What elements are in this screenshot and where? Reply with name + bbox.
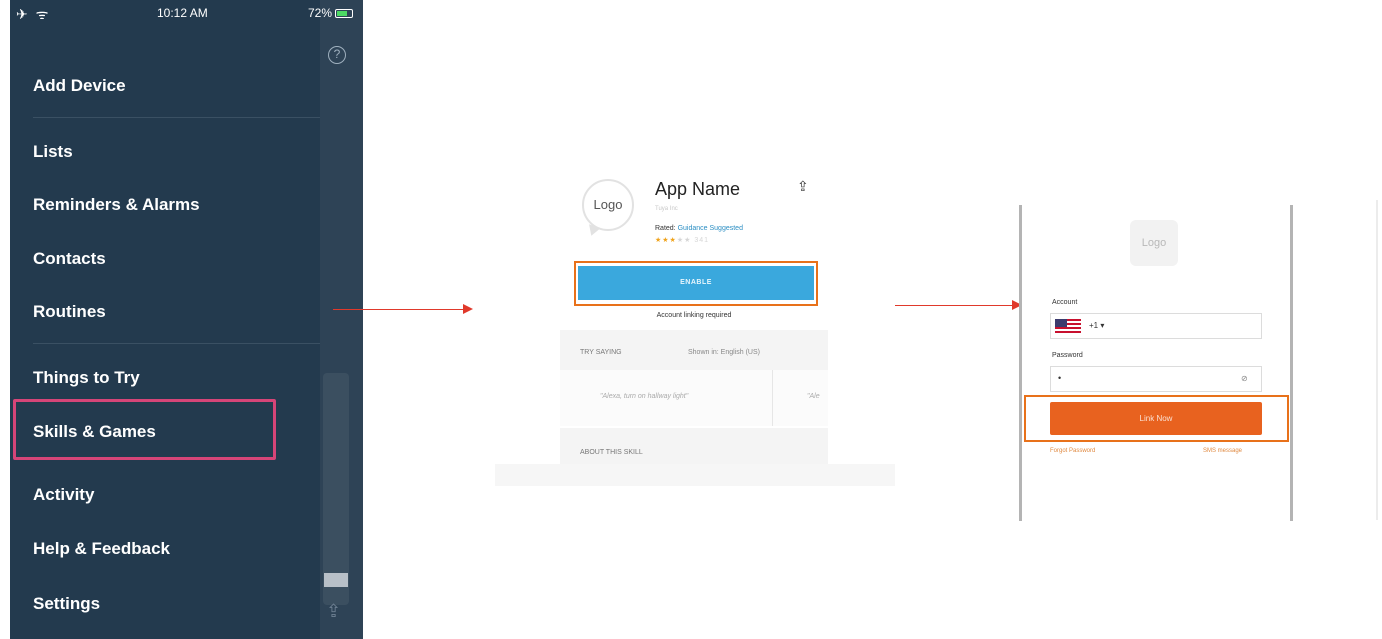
- airplane-wifi-icons: ✈ ᯤ: [16, 6, 51, 22]
- menu-item-add-device[interactable]: Add Device: [33, 76, 126, 96]
- password-value: •: [1058, 373, 1062, 383]
- sample-phrase-partial: "Ale: [807, 393, 820, 400]
- status-bar: ✈ ᯤ 10:12 AM 72%: [10, 0, 363, 26]
- developer-name: Tuya Inc: [655, 206, 678, 212]
- screen-edge-right: [1290, 205, 1293, 521]
- us-flag-icon[interactable]: [1055, 319, 1081, 333]
- account-linking-note: Account linking required: [656, 312, 732, 319]
- battery-icon: [335, 8, 354, 18]
- phrase-divider: [772, 370, 773, 426]
- menu-item-things-to-try[interactable]: Things to Try: [33, 368, 140, 388]
- menu-item-routines[interactable]: Routines: [33, 302, 106, 322]
- account-label: Account: [1052, 299, 1078, 306]
- menu-item-lists[interactable]: Lists: [33, 142, 73, 162]
- sample-phrase: "Alexa, turn on hallway light": [600, 393, 689, 400]
- skill-detail-screen: Logo App Name ⇪ Tuya Inc Rated: Guidance…: [495, 170, 895, 486]
- skill-bottom-strip: [495, 464, 895, 486]
- password-label: Password: [1052, 352, 1083, 359]
- scroll-thumb[interactable]: [324, 573, 348, 587]
- guidance-link[interactable]: Guidance Suggested: [678, 225, 743, 232]
- share-icon[interactable]: ⇪: [797, 178, 809, 195]
- flow-arrow-1: [333, 304, 473, 314]
- screenshot-stage: ✈ ᯤ 10:12 AM 72% ? Add Device Lists Remi…: [0, 0, 1382, 639]
- battery-indicator: 72%: [308, 6, 354, 20]
- share-icon: ⇪: [326, 601, 342, 621]
- star-rating: ★★★★★ 341: [655, 236, 709, 244]
- help-icon[interactable]: ?: [328, 46, 346, 64]
- about-skill-label[interactable]: ABOUT THIS SKILL: [580, 449, 643, 456]
- menu-divider: [33, 343, 320, 344]
- hide-password-icon[interactable]: ⊘: [1241, 374, 1248, 383]
- rated-prefix: Rated:: [655, 225, 676, 232]
- country-code-select[interactable]: +1 ▾: [1089, 321, 1104, 330]
- rating-line: Rated: Guidance Suggested: [655, 225, 743, 232]
- skill-card: Logo App Name ⇪ Tuya Inc Rated: Guidance…: [560, 170, 828, 465]
- stars-filled: ★★★: [655, 237, 677, 244]
- skill-logo: Logo: [582, 179, 634, 231]
- menu-item-reminders-alarms[interactable]: Reminders & Alarms: [33, 195, 200, 215]
- menu-item-contacts[interactable]: Contacts: [33, 249, 106, 269]
- language-selector[interactable]: Shown in: English (US): [688, 349, 760, 356]
- far-right-edge: [1376, 200, 1378, 520]
- menu-divider: [33, 117, 320, 118]
- screen-edge-left: [1019, 205, 1022, 521]
- login-logo: Logo: [1130, 220, 1178, 266]
- battery-percent: 72%: [308, 6, 333, 20]
- background-scroll-track[interactable]: [323, 373, 349, 605]
- try-saying-label: TRY SAYING: [580, 349, 622, 356]
- password-field[interactable]: [1050, 366, 1262, 392]
- about-bar: [560, 428, 828, 465]
- app-name: App Name: [655, 179, 741, 199]
- stars-empty: ★★: [676, 237, 692, 244]
- status-time: 10:12 AM: [157, 6, 208, 20]
- menu-item-activity[interactable]: Activity: [33, 485, 94, 505]
- menu-item-help-feedback[interactable]: Help & Feedback: [33, 539, 170, 559]
- skills-games-highlight-box: [13, 399, 276, 460]
- enable-button[interactable]: ENABLE: [578, 266, 814, 300]
- flow-arrow-2: [882, 300, 1022, 310]
- forgot-password-link[interactable]: Forgot Password: [1050, 448, 1095, 454]
- menu-item-settings[interactable]: Settings: [33, 594, 100, 614]
- link-now-button[interactable]: Link Now: [1050, 402, 1262, 435]
- account-field[interactable]: [1050, 313, 1262, 339]
- review-count: 341: [694, 237, 710, 244]
- sms-message-link[interactable]: SMS message: [1203, 448, 1242, 454]
- alexa-side-menu-screen: ✈ ᯤ 10:12 AM 72% ? Add Device Lists Remi…: [10, 0, 363, 639]
